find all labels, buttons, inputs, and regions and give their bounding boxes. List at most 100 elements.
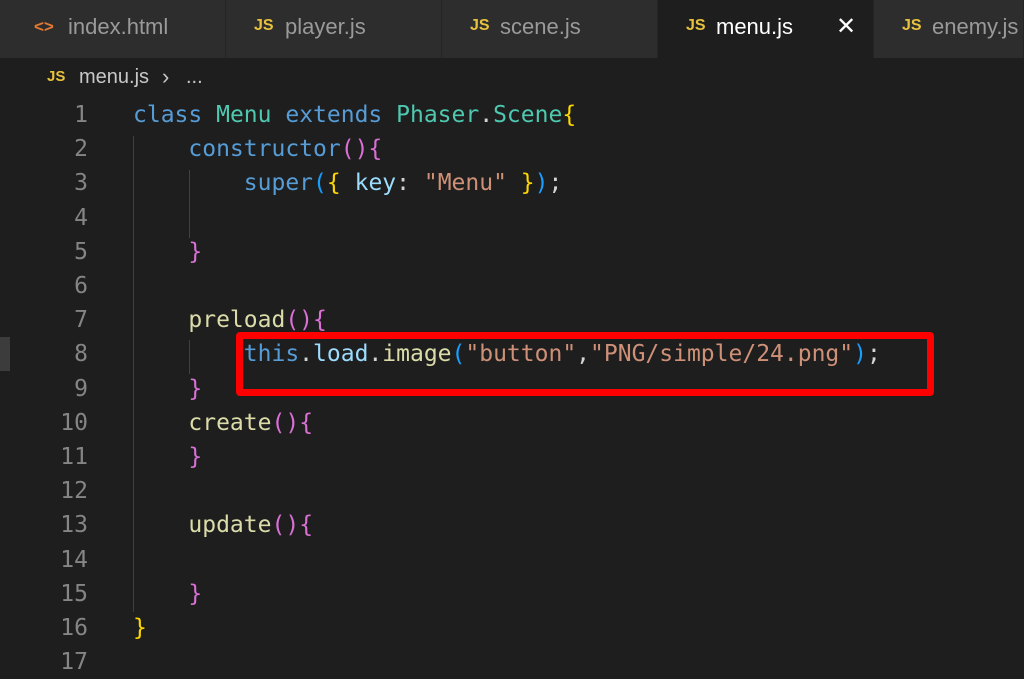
line-number: 3 — [74, 170, 88, 197]
code-line[interactable]: 6 — [0, 269, 1024, 303]
code-token: { — [562, 102, 577, 128]
code-line[interactable]: 1 class Menu extends Phaser.Scene{ — [0, 98, 1024, 132]
js-file-icon: JS — [902, 17, 922, 34]
tab-player-js[interactable]: JS player.js — [226, 0, 442, 58]
code-text: } — [133, 372, 202, 406]
line-number: 2 — [74, 136, 88, 163]
line-number: 5 — [74, 238, 88, 265]
code-token: { — [299, 409, 314, 436]
code-token: } — [188, 375, 203, 402]
code-token: } — [506, 170, 535, 197]
tab-menu-js[interactable]: JS menu.js ✕ — [658, 0, 874, 58]
line-number: 11 — [60, 444, 88, 470]
line-number: 1 — [74, 102, 88, 128]
code-line[interactable]: 13 update(){ — [0, 508, 1024, 542]
code-token: } — [188, 580, 203, 607]
code-line[interactable]: 2 constructor(){ — [0, 132, 1024, 166]
code-token: preload — [188, 307, 286, 334]
code-line[interactable]: 5 } — [0, 235, 1024, 269]
code-text: } — [133, 611, 147, 645]
tab-label: player.js — [285, 14, 366, 39]
code-token: key — [354, 170, 397, 197]
js-file-icon: JS — [686, 17, 706, 34]
code-line[interactable]: 11 } — [0, 440, 1024, 474]
code-token: } — [188, 238, 203, 265]
code-token: constructor — [188, 136, 341, 163]
code-token: extends — [285, 102, 397, 128]
code-line[interactable]: 12 — [0, 474, 1024, 508]
tab-scene-js[interactable]: JS scene.js — [442, 0, 658, 58]
code-text: } — [133, 235, 202, 269]
tab-enemy-js[interactable]: JS enemy.js — [874, 0, 1024, 58]
code-line[interactable]: 17 — [0, 645, 1024, 679]
line-number: 7 — [74, 307, 88, 334]
line-number: 12 — [60, 478, 88, 505]
code-token: () — [340, 136, 369, 163]
code-token: { — [326, 170, 355, 197]
code-token: class — [133, 102, 217, 128]
js-file-icon: JS — [254, 17, 274, 34]
html-file-icon: <> — [34, 17, 54, 36]
code-token: { — [368, 136, 383, 163]
close-tab-icon[interactable]: ✕ — [836, 12, 856, 41]
code-token: () — [271, 409, 300, 436]
code-token: { — [299, 512, 314, 539]
code-token: } — [188, 444, 203, 470]
line-number: 13 — [60, 512, 88, 539]
code-text: update(){ — [133, 508, 313, 542]
line-number: 17 — [60, 649, 88, 676]
current-line-marker — [0, 337, 10, 372]
code-token: update — [188, 512, 272, 539]
code-token: : — [396, 170, 424, 197]
code-text: constructor(){ — [133, 132, 382, 166]
tab-label: menu.js — [716, 14, 794, 39]
code-token: Scene — [493, 102, 563, 128]
code-token: "Menu" — [423, 170, 507, 197]
code-text: } — [133, 577, 202, 611]
line-number: 6 — [74, 273, 88, 299]
breadcrumb-symbols[interactable]: ... — [186, 66, 203, 89]
code-line[interactable]: 3 super({ key: "Menu" }); — [0, 166, 1024, 200]
code-text: } — [133, 440, 202, 474]
code-token: } — [133, 615, 147, 641]
line-number: 15 — [60, 580, 88, 607]
breadcrumb-chevron-icon: › — [162, 64, 170, 89]
line-number: 16 — [60, 615, 88, 641]
code-token: () — [271, 512, 300, 539]
code-token: { — [313, 307, 327, 334]
code-text: create(){ — [133, 406, 313, 440]
code-token: Menu — [216, 102, 286, 128]
js-file-icon: JS — [470, 17, 490, 34]
code-line[interactable]: 15 } — [0, 577, 1024, 611]
tab-index-html[interactable]: <> index.html — [0, 0, 226, 58]
breadcrumb: JS menu.js › ... — [0, 58, 1024, 96]
tab-label: enemy.js — [932, 14, 1019, 39]
code-text: class Menu extends Phaser.Scene{ — [133, 98, 576, 132]
code-token: super — [243, 170, 314, 197]
code-token: () — [285, 307, 314, 334]
code-line[interactable]: 14 — [0, 543, 1024, 577]
code-line[interactable]: 4 — [0, 201, 1024, 235]
line-number: 10 — [60, 409, 88, 436]
line-number: 8 — [74, 341, 88, 368]
tab-label: index.html — [68, 14, 169, 39]
code-token: create — [188, 409, 272, 436]
highlight-annotation-box — [236, 332, 934, 396]
code-token: ( — [313, 170, 327, 197]
code-token: ) — [534, 170, 549, 197]
code-text: super({ key: "Menu" }); — [133, 166, 563, 200]
code-line[interactable]: 10 create(){ — [0, 406, 1024, 440]
js-file-icon: JS — [47, 68, 66, 85]
code-token: ; — [548, 170, 563, 197]
breadcrumb-file[interactable]: menu.js — [79, 66, 149, 89]
code-line[interactable]: 16} — [0, 611, 1024, 645]
